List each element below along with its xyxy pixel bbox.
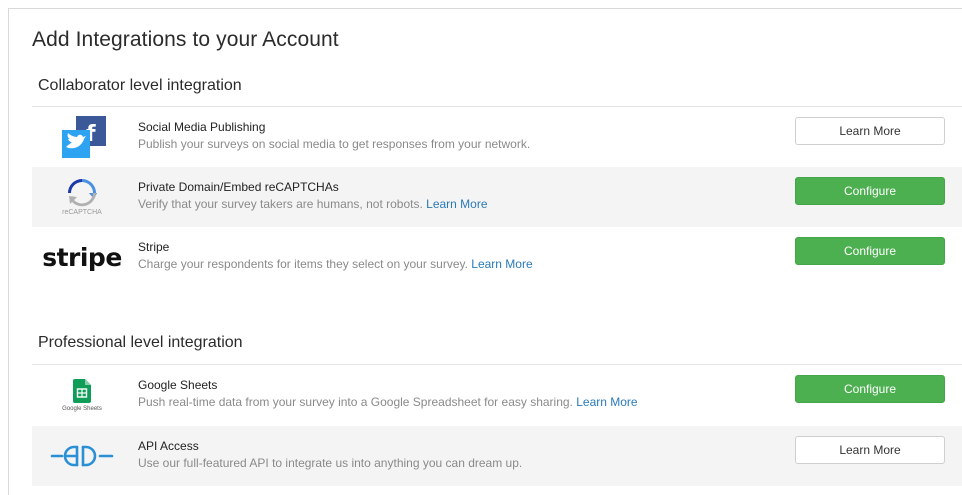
twitter-facebook-logo: f bbox=[32, 107, 132, 167]
google-sheets-logo-text: Google Sheets bbox=[62, 405, 102, 412]
google-sheets-logo: Google Sheets bbox=[32, 365, 132, 425]
configure-button[interactable]: Configure bbox=[795, 177, 945, 205]
learn-more-link[interactable]: Learn More bbox=[471, 257, 532, 271]
integration-description: Publish your surveys on social media to … bbox=[138, 137, 530, 151]
section-title-collaborator: Collaborator level integration bbox=[38, 77, 242, 94]
description-text: Use our full-featured API to integrate u… bbox=[138, 456, 523, 470]
configure-button[interactable]: Configure bbox=[795, 237, 945, 265]
integration-title: Social Media Publishing bbox=[138, 120, 266, 134]
integration-row-social-media: f Social Media Publishing Publish your s… bbox=[32, 107, 962, 167]
integration-title: Google Sheets bbox=[138, 378, 218, 392]
integration-description: Verify that your survey takers are human… bbox=[138, 197, 488, 211]
integration-description: Use our full-featured API to integrate u… bbox=[138, 456, 522, 470]
api-plug-icon bbox=[32, 426, 132, 486]
integration-row-recaptcha: reCAPTCHA Private Domain/Embed reCAPTCHA… bbox=[32, 167, 962, 227]
description-text: Charge your respondents for items they s… bbox=[138, 257, 468, 271]
recaptcha-logo: reCAPTCHA bbox=[32, 167, 132, 227]
integration-row-stripe: stripe Stripe Charge your respondents fo… bbox=[32, 227, 962, 287]
learn-more-button[interactable]: Learn More bbox=[795, 117, 945, 145]
description-text: Publish your surveys on social media to … bbox=[138, 137, 531, 151]
section-title-professional: Professional level integration bbox=[38, 334, 243, 351]
page-title: Add Integrations to your Account bbox=[32, 28, 339, 51]
integration-title: API Access bbox=[138, 439, 199, 453]
integration-description: Charge your respondents for items they s… bbox=[138, 257, 533, 271]
configure-button[interactable]: Configure bbox=[795, 375, 945, 403]
recaptcha-logo-text: reCAPTCHA bbox=[62, 208, 102, 216]
integration-title: Stripe bbox=[138, 240, 170, 254]
stripe-logo-text: stripe bbox=[42, 242, 122, 272]
integration-description: Push real-time data from your survey int… bbox=[138, 395, 638, 409]
integration-row-google-sheets: Google Sheets Google Sheets Push real-ti… bbox=[32, 365, 962, 425]
learn-more-link[interactable]: Learn More bbox=[576, 395, 637, 409]
learn-more-link[interactable]: Learn More bbox=[426, 197, 487, 211]
description-text: Push real-time data from your survey int… bbox=[138, 395, 573, 409]
learn-more-button[interactable]: Learn More bbox=[795, 436, 945, 464]
integration-row-api-access: API Access Use our full-featured API to … bbox=[32, 426, 962, 486]
integration-title: Private Domain/Embed reCAPTCHAs bbox=[138, 180, 339, 194]
stripe-logo: stripe bbox=[32, 227, 132, 287]
description-text: Verify that your survey takers are human… bbox=[138, 197, 423, 211]
